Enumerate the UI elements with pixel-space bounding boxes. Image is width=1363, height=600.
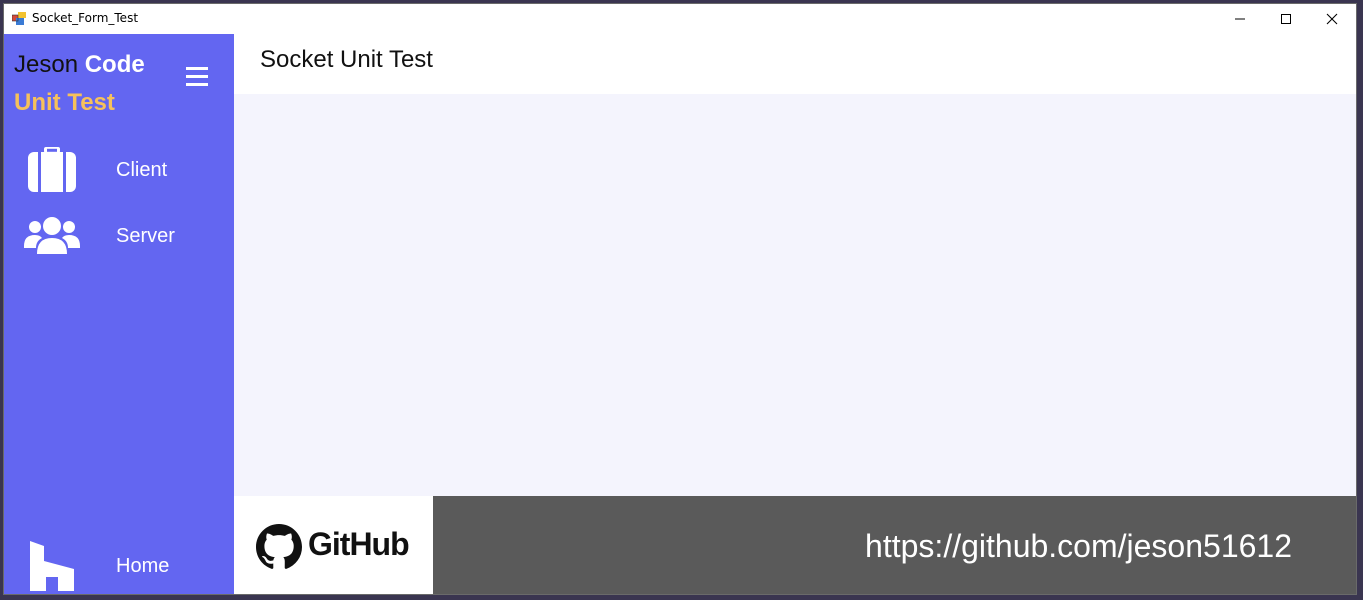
briefcase-icon bbox=[24, 145, 80, 195]
app-window: Socket_Form_Test Jeson Code Unit Test Cl… bbox=[3, 3, 1357, 595]
maximize-button[interactable] bbox=[1263, 4, 1309, 34]
page-header: Socket Unit Test bbox=[234, 34, 1356, 94]
users-icon bbox=[24, 211, 80, 261]
brand-subtitle: Unit Test bbox=[14, 89, 115, 116]
github-icon bbox=[256, 524, 302, 569]
window-title: Socket_Form_Test bbox=[32, 11, 139, 25]
sidebar-item-label: Server bbox=[116, 224, 175, 247]
sidebar-item-client[interactable]: Client bbox=[4, 142, 234, 198]
footer-banner: GitHub https://github.com/jeson51612 bbox=[234, 496, 1356, 594]
brand-word-code: Code bbox=[84, 51, 145, 78]
sidebar-item-label: Home bbox=[116, 554, 170, 577]
close-button[interactable] bbox=[1309, 4, 1355, 34]
minimize-icon bbox=[1235, 18, 1245, 20]
title-bar: Socket_Form_Test bbox=[4, 4, 1356, 34]
github-logo-box[interactable]: GitHub bbox=[234, 496, 433, 594]
close-icon bbox=[1326, 13, 1338, 25]
sidebar-item-server[interactable]: Server bbox=[4, 208, 234, 264]
house-icon bbox=[24, 541, 80, 591]
sidebar-item-home[interactable]: Home bbox=[4, 538, 234, 594]
menu-toggle-button[interactable] bbox=[186, 67, 210, 89]
app-icon bbox=[12, 12, 26, 25]
page-title: Socket Unit Test bbox=[260, 46, 433, 73]
brand-word-jeson: Jeson bbox=[14, 51, 79, 78]
main-content-area bbox=[234, 94, 1356, 496]
github-url-link[interactable]: https://github.com/jeson51612 bbox=[865, 528, 1292, 565]
github-wordmark: GitHub bbox=[308, 526, 410, 562]
sidebar: Jeson Code Unit Test Client Server Home bbox=[4, 34, 234, 594]
brand-logo: Jeson Code Unit Test bbox=[14, 46, 145, 122]
minimize-button[interactable] bbox=[1217, 4, 1263, 34]
hamburger-icon bbox=[186, 67, 210, 86]
maximize-icon bbox=[1281, 14, 1291, 24]
sidebar-item-label: Client bbox=[116, 158, 168, 181]
